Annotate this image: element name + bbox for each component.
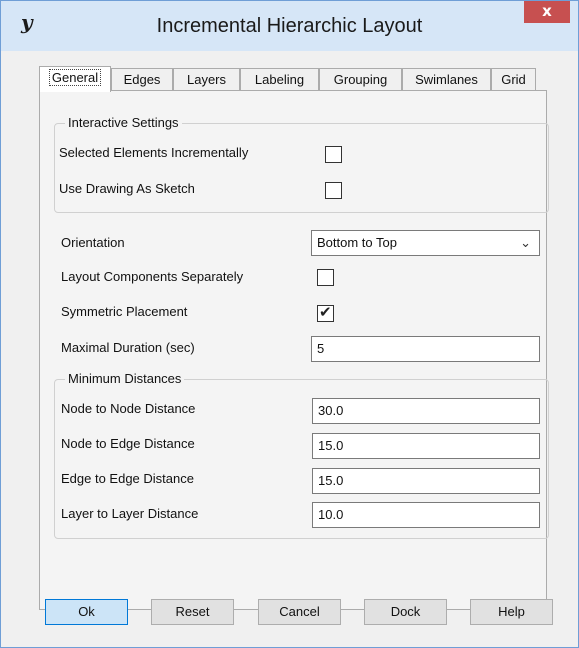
dialog-window: y Incremental Hierarchic Layout x Genera…	[0, 0, 579, 648]
node-to-edge-field[interactable]: 15.0	[312, 433, 540, 459]
layout-components-separately-label: Layout Components Separately	[61, 269, 244, 284]
close-button[interactable]: x	[524, 1, 570, 23]
edge-to-edge-label: Edge to Edge Distance	[61, 471, 194, 486]
layout-components-separately-checkbox[interactable]	[317, 269, 334, 286]
orientation-select[interactable]: Bottom to Top ⌄	[311, 230, 540, 256]
maximal-duration-field[interactable]: 5	[311, 336, 540, 362]
orientation-value: Bottom to Top	[317, 235, 397, 250]
tab-general-label: General	[48, 69, 102, 86]
node-to-edge-label: Node to Edge Distance	[61, 436, 195, 451]
tab-swimlanes[interactable]: Swimlanes	[402, 68, 491, 91]
layer-to-layer-label: Layer to Layer Distance	[61, 506, 199, 521]
node-to-node-label: Node to Node Distance	[61, 401, 196, 416]
maximal-duration-label: Maximal Duration (sec)	[61, 340, 195, 355]
interactive-settings-group: Interactive Settings Selected Elements I…	[54, 115, 549, 213]
selected-incrementally-label: Selected Elements Incrementally	[59, 145, 249, 160]
tab-grid[interactable]: Grid	[491, 68, 536, 91]
help-button[interactable]: Help	[470, 599, 553, 625]
edge-to-edge-field[interactable]: 15.0	[312, 468, 540, 494]
symmetric-placement-label: Symmetric Placement	[61, 304, 188, 319]
tab-grouping[interactable]: Grouping	[319, 68, 402, 91]
dialog-client-area: General Edges Layers Labeling Grouping S…	[9, 51, 570, 641]
layer-to-layer-field[interactable]: 10.0	[312, 502, 540, 528]
minimum-distances-title: Minimum Distances	[65, 371, 185, 387]
title-bar[interactable]: y Incremental Hierarchic Layout x	[1, 1, 578, 51]
tab-layers[interactable]: Layers	[173, 68, 240, 91]
node-to-node-field[interactable]: 30.0	[312, 398, 540, 424]
cancel-button[interactable]: Cancel	[258, 599, 341, 625]
check-icon: ✔	[319, 304, 332, 321]
minimum-distances-group: Minimum Distances Node to Node Distance …	[54, 371, 549, 539]
use-drawing-as-sketch-label: Use Drawing As Sketch	[59, 181, 195, 196]
selected-incrementally-checkbox[interactable]	[325, 146, 342, 163]
orientation-label: Orientation	[61, 235, 125, 250]
general-tab-panel: Interactive Settings Selected Elements I…	[39, 90, 549, 610]
window-title: Incremental Hierarchic Layout	[156, 15, 423, 37]
chevron-down-icon: ⌄	[520, 235, 531, 250]
tab-edges[interactable]: Edges	[111, 68, 173, 91]
reset-button[interactable]: Reset	[151, 599, 234, 625]
ok-button[interactable]: Ok	[45, 599, 128, 625]
tab-labeling[interactable]: Labeling	[240, 68, 319, 91]
interactive-settings-title: Interactive Settings	[65, 115, 182, 131]
dock-button[interactable]: Dock	[364, 599, 447, 625]
symmetric-placement-checkbox[interactable]: ✔	[317, 304, 334, 322]
tab-general[interactable]: General	[39, 66, 111, 92]
use-drawing-as-sketch-checkbox[interactable]	[325, 182, 342, 199]
